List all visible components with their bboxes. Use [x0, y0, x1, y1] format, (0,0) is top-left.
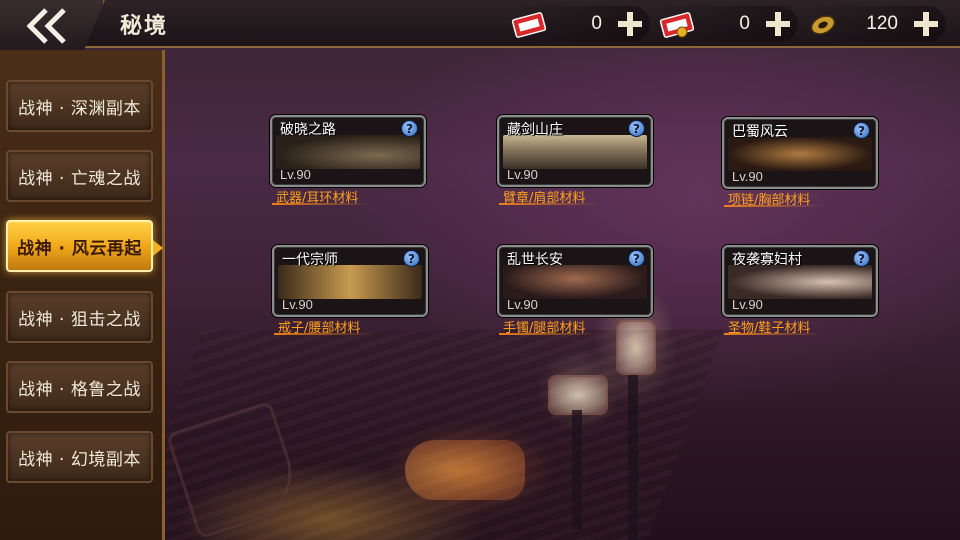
help-icon[interactable]: ? — [628, 250, 645, 267]
sidebar-item-sniper[interactable]: 战神 · 狙击之战 — [6, 291, 153, 343]
currency-value: 120 — [866, 13, 898, 34]
add-gold-ticket-button[interactable] — [762, 8, 794, 40]
sidebar-item-soul-war[interactable]: 战神 · 亡魂之战 — [6, 150, 153, 202]
dungeon-art — [276, 135, 420, 169]
fish-lantern — [405, 440, 525, 500]
sidebar-item-label: 战神 · 风云再起 — [17, 238, 142, 259]
currency-ticket: 0 — [510, 6, 650, 42]
dungeon-name: 乱世长安 — [507, 252, 563, 268]
materials-underline — [724, 333, 824, 335]
materials-underline — [272, 203, 372, 205]
card-frame: 巴蜀风云 ? Lv.90 — [722, 117, 878, 189]
page-title: 秘境 — [120, 14, 169, 39]
card-frame: 夜袭寡妇村 ? Lv.90 — [722, 245, 878, 317]
card-frame: 破晓之路 ? Lv.90 — [270, 115, 426, 187]
currency-gold-ticket: 0 — [658, 6, 798, 42]
hanging-lantern — [548, 375, 608, 415]
dungeon-level: Lv.90 — [507, 167, 538, 182]
currency-coin: 120 — [806, 6, 946, 42]
category-sidebar: 战神 · 深渊副本 战神 · 亡魂之战 战神 · 风云再起 战神 · 狙击之战 … — [0, 50, 165, 540]
card-frame: 乱世长安 ? Lv.90 — [497, 245, 653, 317]
currency-value: 0 — [591, 13, 602, 34]
dungeon-name: 夜袭寡妇村 — [732, 252, 802, 268]
help-icon[interactable]: ? — [853, 250, 870, 267]
sidebar-item-fengyun[interactable]: 战神 · 风云再起 — [6, 220, 163, 272]
dungeon-level: Lv.90 — [732, 297, 763, 312]
help-icon[interactable]: ? — [853, 122, 870, 139]
sidebar-item-label: 战神 · 格鲁之战 — [18, 379, 141, 400]
materials-underline — [499, 203, 599, 205]
card-frame: 一代宗师 ? Lv.90 — [272, 245, 428, 317]
dungeon-card[interactable]: 破晓之路 ? Lv.90 武器/耳环材料 — [270, 115, 426, 206]
sidebar-item-label: 战神 · 亡魂之战 — [18, 168, 141, 189]
help-icon[interactable]: ? — [628, 120, 645, 137]
sidebar-item-label: 战神 · 深渊副本 — [18, 98, 141, 119]
dungeon-level: Lv.90 — [282, 297, 313, 312]
add-ticket-button[interactable] — [614, 8, 646, 40]
background-pillar — [628, 375, 638, 540]
sidebar-item-label: 战神 · 幻境副本 — [18, 449, 141, 470]
double-chevron-left-icon — [26, 8, 66, 44]
sidebar-item-illusion[interactable]: 战神 · 幻境副本 — [6, 431, 153, 483]
top-bar: 秘境 0 0 120 — [0, 0, 960, 50]
gold-ticket-icon — [659, 12, 695, 38]
card-frame: 藏剑山庄 ? Lv.90 — [497, 115, 653, 187]
dungeon-name: 巴蜀风云 — [732, 124, 788, 140]
materials-underline — [274, 333, 374, 335]
currency-value: 0 — [739, 13, 750, 34]
dungeon-card[interactable]: 乱世长安 ? Lv.90 手镯/腿部材料 — [497, 245, 653, 336]
dungeon-name: 藏剑山庄 — [507, 122, 563, 138]
dungeon-card[interactable]: 藏剑山庄 ? Lv.90 臂章/肩部材料 — [497, 115, 653, 206]
materials-underline — [724, 205, 824, 207]
dungeon-card[interactable]: 一代宗师 ? Lv.90 戒子/腰部材料 — [272, 245, 428, 336]
sidebar-item-label: 战神 · 狙击之战 — [18, 309, 141, 330]
sidebar-item-gelu[interactable]: 战神 · 格鲁之战 — [6, 361, 153, 413]
dungeon-name: 一代宗师 — [282, 252, 338, 268]
dungeon-level: Lv.90 — [280, 167, 311, 182]
back-button[interactable] — [0, 0, 105, 50]
dungeon-art — [503, 265, 647, 299]
sidebar-item-abyss[interactable]: 战神 · 深渊副本 — [6, 80, 153, 132]
dungeon-level: Lv.90 — [507, 297, 538, 312]
dungeon-art — [503, 135, 647, 169]
dungeon-art — [728, 137, 872, 171]
dungeon-card[interactable]: 夜袭寡妇村 ? Lv.90 圣物/鞋子材料 — [722, 245, 878, 336]
help-icon[interactable]: ? — [401, 120, 418, 137]
dungeon-name: 破晓之路 — [280, 122, 336, 138]
dungeon-level: Lv.90 — [732, 169, 763, 184]
dungeon-card[interactable]: 巴蜀风云 ? Lv.90 项链/胸部材料 — [722, 117, 878, 208]
ticket-icon — [511, 12, 547, 38]
add-coin-button[interactable] — [910, 8, 942, 40]
background-pillar — [572, 410, 582, 530]
materials-underline — [499, 333, 599, 335]
coin-icon — [810, 15, 836, 35]
dungeon-art — [728, 265, 872, 299]
dungeon-art — [278, 265, 422, 299]
help-icon[interactable]: ? — [403, 250, 420, 267]
